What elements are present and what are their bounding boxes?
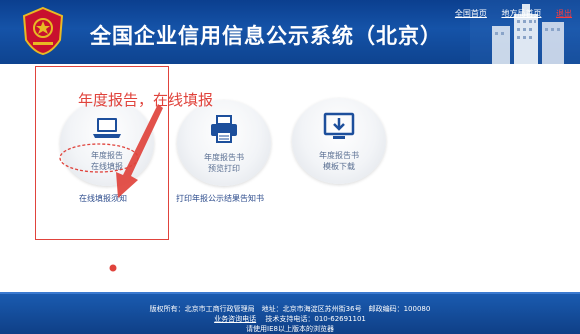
consult-phone-link[interactable]: 业务咨询电话 [214,315,256,323]
monitor-download-icon [323,112,355,139]
card-label-line1: 年度报告书 [319,151,359,160]
national-emblem-icon [22,6,64,56]
card-label-line1: 年度报告书 [204,153,244,162]
home-link[interactable]: 全国首页 [455,9,487,18]
print-notice-link[interactable]: 打印年报公示结果告知书 [176,193,264,204]
site-footer: 版权所有：北京市工商行政管理局 地址：北京市海淀区苏州街36号 邮政编码：100… [0,292,580,334]
top-links: 全国首页 地方局首页 退出 [443,8,572,19]
support-phone: 技术支持电话：010-62691101 [265,315,366,323]
card-label-line2: 模板下载 [323,162,355,171]
footer-phones: 业务咨询电话 技术支持电话：010-62691101 [0,314,580,324]
local-home-link[interactable]: 地方局首页 [501,9,541,18]
footer-browser-note: 请使用IE8以上版本的浏览器 [246,325,334,333]
footer-copyright: 版权所有：北京市工商行政管理局 地址：北京市海淀区苏州街36号 邮政编码：100… [149,305,431,313]
print-preview-card[interactable]: 年度报告书 预览打印 [177,100,271,186]
site-header: 全国企业信用信息公示系统（北京） 全国首页 地方局首页 退出 [0,0,580,64]
card-label-line2: 预览打印 [208,164,240,173]
site-title: 全国企业信用信息公示系统（北京） [90,24,442,48]
template-download-card[interactable]: 年度报告书 模板下载 [292,98,386,184]
exit-link[interactable]: 退出 [556,9,572,18]
printer-icon [211,115,237,143]
annotation-dot [109,264,117,272]
annotation-text: 年度报告，在线填报 [78,91,214,109]
